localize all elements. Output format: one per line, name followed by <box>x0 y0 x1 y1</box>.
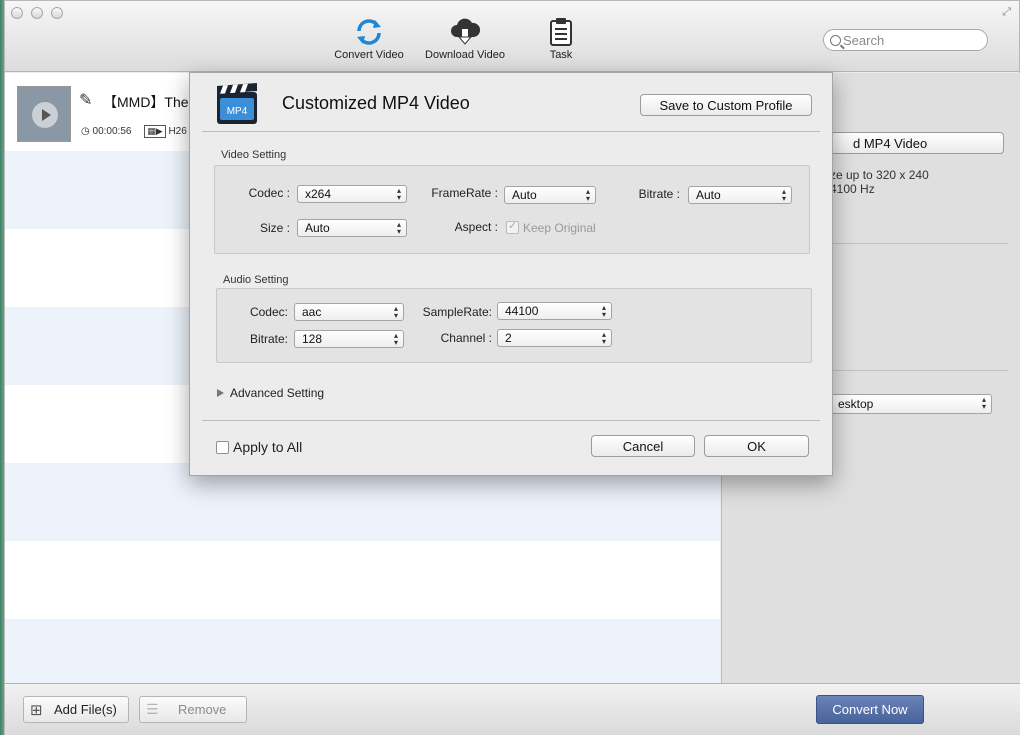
video-bitrate-value: Auto <box>696 188 721 202</box>
aspect-label: Aspect : <box>454 220 498 234</box>
fullscreen-icon[interactable]: ⤢ <box>1002 6 1011 19</box>
video-codec-label: Codec : <box>248 186 290 200</box>
clock-icon: ◷ <box>81 126 90 137</box>
close-window-button[interactable] <box>11 7 23 19</box>
zoom-window-button[interactable] <box>51 7 63 19</box>
profile-info-line2: 4100 Hz <box>830 182 875 196</box>
samplerate-select[interactable]: 44100 ▴ ▾ <box>497 302 612 320</box>
mp4-icon-text: MP4 <box>227 106 248 117</box>
apply-to-all-option[interactable]: Apply to All <box>216 439 302 455</box>
video-thumbnail[interactable] <box>17 86 71 142</box>
list-remove-icon: ☰ <box>146 701 159 717</box>
dialog-divider <box>202 131 820 132</box>
stepper-arrows-icon: ▴ ▾ <box>393 304 398 320</box>
apply-to-all-label: Apply to All <box>233 439 303 455</box>
audio-codec-select[interactable]: aac ▴ ▾ <box>294 303 404 321</box>
samplerate-value: 44100 <box>505 304 539 318</box>
download-video-button[interactable]: Download Video <box>422 15 508 61</box>
channel-select[interactable]: 2 ▴ ▾ <box>497 329 612 347</box>
stepper-arrows-icon: ▴ ▾ <box>981 395 986 411</box>
convert-video-button[interactable]: Convert Video <box>331 15 407 61</box>
convert-video-label: Convert Video <box>334 49 404 61</box>
convert-now-button[interactable]: Convert Now <box>816 695 924 724</box>
cloud-download-icon <box>422 15 508 49</box>
dialog-title: Customized MP4 Video <box>282 93 470 113</box>
stepper-arrows-icon: ▴ ▾ <box>585 187 590 203</box>
edit-pencil-icon[interactable]: ✎ <box>79 90 92 110</box>
add-file-icon: ⊞ <box>30 702 43 719</box>
channel-label: Channel : <box>440 331 492 345</box>
toolbar: Convert Video Download Video Task Search… <box>5 1 1019 72</box>
remove-button[interactable]: ☰ Remove <box>139 696 247 723</box>
profile-select-label: d MP4 Video <box>853 135 928 151</box>
keep-original-label: Keep Original <box>523 221 596 235</box>
convert-now-label: Convert Now <box>832 702 908 717</box>
save-custom-profile-label: Save to Custom Profile <box>659 97 793 113</box>
minimize-window-button[interactable] <box>31 7 43 19</box>
audio-bitrate-select[interactable]: 128 ▴ ▾ <box>294 330 404 348</box>
customized-profile-dialog: MP4 Customized MP4 Video Save to Custom … <box>189 72 833 476</box>
play-icon[interactable] <box>32 102 58 128</box>
search-placeholder: Search <box>843 32 885 48</box>
video-setting-group <box>214 165 810 254</box>
save-custom-profile-button[interactable]: Save to Custom Profile <box>640 94 812 116</box>
size-value: Auto <box>305 221 330 235</box>
audio-setting-group <box>216 288 812 363</box>
stepper-arrows-icon: ▴ ▾ <box>601 303 606 319</box>
output-location-value: esktop <box>838 397 874 411</box>
framerate-label: FrameRate : <box>431 186 498 200</box>
audio-setting-label: Audio Setting <box>223 274 289 286</box>
add-files-button[interactable]: ⊞ Add File(s) <box>23 696 129 723</box>
output-location-select[interactable]: esktop ▴ ▾ <box>830 394 992 414</box>
search-field[interactable]: Search <box>823 29 988 51</box>
stepper-arrows-icon: ▴ ▾ <box>396 186 401 202</box>
video-codec-value: x264 <box>305 187 332 201</box>
remove-label: Remove <box>178 702 227 717</box>
list-row <box>5 541 720 619</box>
advanced-setting-label: Advanced Setting <box>230 386 325 400</box>
advanced-setting-disclosure[interactable]: Advanced Setting <box>217 386 324 400</box>
download-video-label: Download Video <box>425 49 505 61</box>
mp4-clapper-icon: MP4 <box>216 83 258 124</box>
cancel-label: Cancel <box>622 438 664 454</box>
file-codec: H26 <box>168 126 187 137</box>
film-icon: ▦▶ <box>144 125 166 138</box>
keep-original-checkbox[interactable] <box>506 219 519 234</box>
file-meta: ◷ 00:00:56 ▦▶ H26 <box>81 125 187 138</box>
audio-bitrate-label: Bitrate: <box>249 332 288 346</box>
task-label: Task <box>549 49 573 61</box>
video-bitrate-label: Bitrate : <box>638 187 680 201</box>
apply-to-all-checkbox[interactable] <box>216 440 229 454</box>
samplerate-label: SampleRate: <box>422 305 492 319</box>
clipboard-icon <box>533 15 589 49</box>
size-select[interactable]: Auto ▴ ▾ <box>297 219 407 237</box>
video-codec-select[interactable]: x264 ▴ ▾ <box>297 185 407 203</box>
video-bitrate-select[interactable]: Auto ▴ ▾ <box>688 186 792 204</box>
channel-value: 2 <box>505 331 512 345</box>
file-duration: 00:00:56 <box>92 126 132 137</box>
convert-icon <box>331 15 407 49</box>
audio-codec-label: Codec: <box>249 305 288 319</box>
audio-bitrate-value: 128 <box>302 332 323 346</box>
cancel-button[interactable]: Cancel <box>591 435 695 457</box>
audio-codec-value: aac <box>302 305 322 319</box>
search-icon <box>830 34 841 46</box>
bottom-bar: ⊞ Add File(s) ☰ Remove Convert Now <box>5 683 1020 735</box>
add-files-label: Add File(s) <box>54 702 117 717</box>
ok-label: OK <box>747 438 766 454</box>
video-setting-label: Video Setting <box>221 149 287 161</box>
file-title: 【MMD】The <box>103 94 189 110</box>
framerate-select[interactable]: Auto ▴ ▾ <box>504 186 596 204</box>
task-button[interactable]: Task <box>533 15 589 61</box>
stepper-arrows-icon: ▴ ▾ <box>393 331 398 347</box>
dialog-divider <box>202 420 820 421</box>
stepper-arrows-icon: ▴ ▾ <box>601 330 606 346</box>
stepper-arrows-icon: ▴ ▾ <box>396 220 401 236</box>
ok-button[interactable]: OK <box>704 435 809 457</box>
stepper-arrows-icon: ▴ ▾ <box>781 187 786 203</box>
size-label: Size : <box>259 221 290 235</box>
framerate-value: Auto <box>512 188 537 202</box>
disclosure-triangle-icon <box>217 389 224 397</box>
profile-info-line1: ze up to 320 x 240 <box>830 168 929 182</box>
